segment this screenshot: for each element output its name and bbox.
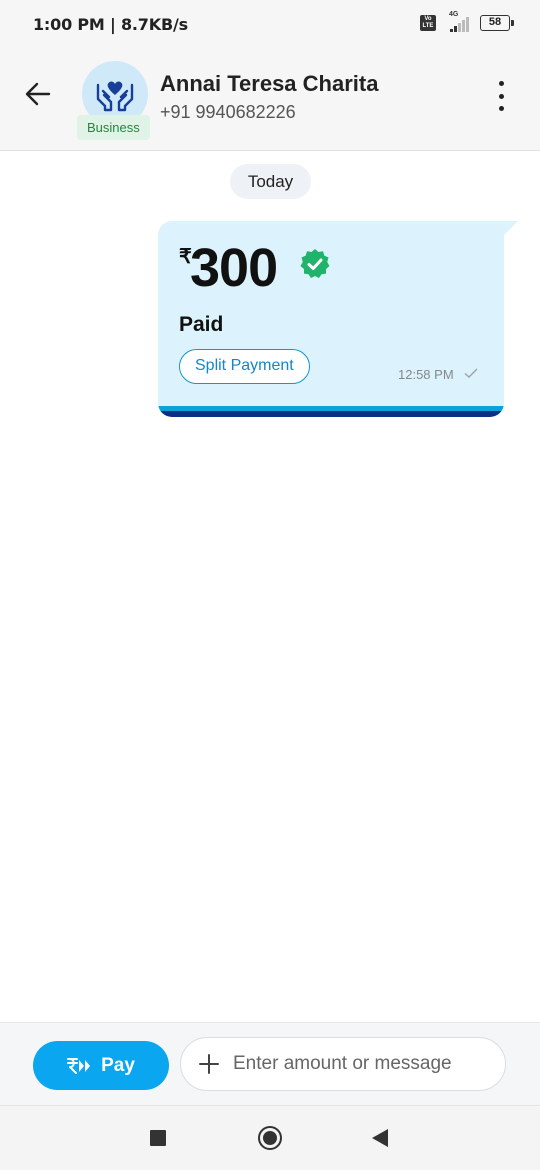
bubble-stripe <box>158 406 504 417</box>
payment-amount: 300 <box>190 238 278 298</box>
message-input[interactable] <box>233 1038 495 1090</box>
volte-icon: Vo LTE <box>420 15 436 31</box>
plus-icon[interactable] <box>198 1053 220 1075</box>
message-time: 12:58 PM <box>398 367 454 382</box>
nav-back-icon[interactable] <box>372 1129 388 1147</box>
battery-icon: 58 <box>480 15 514 31</box>
more-options-button[interactable] <box>488 79 514 113</box>
rupee-arrows-icon <box>67 1057 91 1074</box>
status-icons: Vo LTE 4G 58 <box>420 11 514 32</box>
payment-bubble[interactable]: ₹ 300 Paid Split Payment 12:58 PM <box>158 221 504 417</box>
recent-apps-icon[interactable] <box>150 1130 166 1146</box>
status-time: 1:00 PM | 8.7KB/s <box>33 15 188 34</box>
check-icon <box>464 368 478 378</box>
pay-label: Pay <box>101 1054 135 1076</box>
pay-button[interactable]: Pay <box>33 1041 169 1090</box>
compose-bar: Pay <box>0 1022 540 1105</box>
more-vertical-icon <box>498 81 504 86</box>
verified-check-icon <box>300 249 330 278</box>
message-input-wrapper <box>180 1037 506 1091</box>
hands-heart-icon <box>96 81 134 112</box>
chat-header: Business Annai Teresa Charita +91 994068… <box>0 50 540 151</box>
signal-bars <box>450 17 469 32</box>
signal-icon: 4G <box>444 11 472 32</box>
contact-name[interactable]: Annai Teresa Charita <box>160 71 378 97</box>
business-badge: Business <box>77 115 150 140</box>
system-nav-bar <box>0 1105 540 1170</box>
home-icon[interactable] <box>258 1126 282 1150</box>
payment-status: Paid <box>179 313 224 336</box>
back-button[interactable] <box>22 78 54 110</box>
date-chip: Today <box>230 164 311 199</box>
contact-phone: +91 9940682226 <box>160 102 296 122</box>
status-bar: 1:00 PM | 8.7KB/s Vo LTE 4G 58 <box>0 0 540 50</box>
arrow-left-icon <box>25 82 51 106</box>
split-payment-button[interactable]: Split Payment <box>179 349 310 384</box>
